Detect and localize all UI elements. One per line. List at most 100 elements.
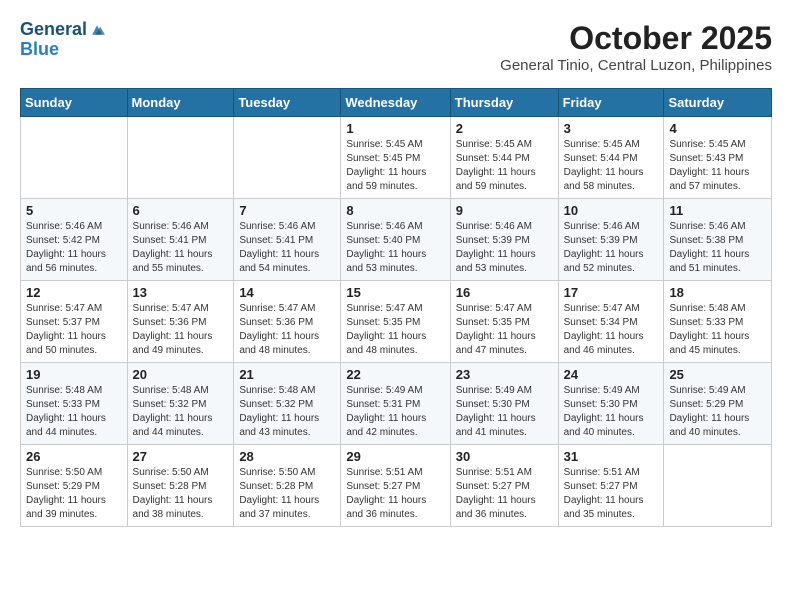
day-number: 7 [239, 203, 335, 218]
day-cell: 9 Sunrise: 5:46 AM Sunset: 5:39 PM Daylig… [450, 199, 558, 281]
day-info: Sunrise: 5:46 AM Sunset: 5:39 PM Dayligh… [564, 220, 659, 276]
day-number: 21 [239, 367, 335, 382]
day-cell: 7 Sunrise: 5:46 AM Sunset: 5:41 PM Daylig… [234, 199, 341, 281]
day-number: 9 [456, 203, 553, 218]
day-info: Sunrise: 5:49 AM Sunset: 5:30 PM Dayligh… [564, 384, 659, 440]
day-number: 29 [346, 449, 444, 464]
day-info: Sunrise: 5:45 AM Sunset: 5:44 PM Dayligh… [456, 138, 553, 194]
day-info: Sunrise: 5:50 AM Sunset: 5:29 PM Dayligh… [26, 466, 122, 522]
day-number: 25 [669, 367, 766, 382]
header-cell-wednesday: Wednesday [341, 89, 450, 117]
day-cell: 22Sunrise: 5:49 AM Sunset: 5:31 PM Dayli… [341, 363, 450, 445]
day-number: 11 [669, 203, 766, 218]
day-info: Sunrise: 5:50 AM Sunset: 5:28 PM Dayligh… [239, 466, 335, 522]
day-info: Sunrise: 5:47 AM Sunset: 5:36 PM Dayligh… [133, 302, 229, 358]
header-row: SundayMondayTuesdayWednesdayThursdayFrid… [21, 89, 772, 117]
top-area: General Blue October 2025 General Tinio,… [20, 20, 772, 80]
calendar-table: SundayMondayTuesdayWednesdayThursdayFrid… [20, 88, 772, 527]
week-row-4: 19Sunrise: 5:48 AM Sunset: 5:33 PM Dayli… [21, 363, 772, 445]
day-info: Sunrise: 5:51 AM Sunset: 5:27 PM Dayligh… [456, 466, 553, 522]
day-number: 16 [456, 285, 553, 300]
day-number: 13 [133, 285, 229, 300]
day-cell: 19Sunrise: 5:48 AM Sunset: 5:33 PM Dayli… [21, 363, 128, 445]
day-number: 18 [669, 285, 766, 300]
day-cell: 27 Sunrise: 5:50 AM Sunset: 5:28 PM Dayli… [127, 445, 234, 527]
week-row-1: 1Sunrise: 5:45 AM Sunset: 5:45 PM Daylig… [21, 117, 772, 199]
day-info: Sunrise: 5:51 AM Sunset: 5:27 PM Dayligh… [564, 466, 659, 522]
day-cell: 31Sunrise: 5:51 AM Sunset: 5:27 PM Dayli… [558, 445, 664, 527]
calendar-subtitle: General Tinio, Central Luzon, Philippine… [500, 57, 772, 74]
header-cell-friday: Friday [558, 89, 664, 117]
day-number: 14 [239, 285, 335, 300]
day-number: 20 [133, 367, 229, 382]
day-cell: 8 Sunrise: 5:46 AM Sunset: 5:40 PM Daylig… [341, 199, 450, 281]
calendar-title: October 2025 [500, 20, 772, 57]
header-cell-saturday: Saturday [664, 89, 772, 117]
day-cell [127, 117, 234, 199]
day-info: Sunrise: 5:46 AM Sunset: 5:41 PM Dayligh… [239, 220, 335, 276]
day-info: Sunrise: 5:45 AM Sunset: 5:43 PM Dayligh… [669, 138, 766, 194]
day-cell: 16Sunrise: 5:47 AM Sunset: 5:35 PM Dayli… [450, 281, 558, 363]
day-number: 24 [564, 367, 659, 382]
day-info: Sunrise: 5:51 AM Sunset: 5:27 PM Dayligh… [346, 466, 444, 522]
day-number: 27 [133, 449, 229, 464]
day-cell: 14Sunrise: 5:47 AM Sunset: 5:36 PM Dayli… [234, 281, 341, 363]
day-info: Sunrise: 5:48 AM Sunset: 5:33 PM Dayligh… [26, 384, 122, 440]
header-cell-monday: Monday [127, 89, 234, 117]
day-info: Sunrise: 5:47 AM Sunset: 5:34 PM Dayligh… [564, 302, 659, 358]
day-number: 2 [456, 121, 553, 136]
day-cell [21, 117, 128, 199]
logo-icon [89, 22, 105, 38]
day-cell: 29 Sunrise: 5:51 AM Sunset: 5:27 PM Dayli… [341, 445, 450, 527]
logo-blue: Blue [20, 39, 59, 59]
day-number: 28 [239, 449, 335, 464]
day-info: Sunrise: 5:50 AM Sunset: 5:28 PM Dayligh… [133, 466, 229, 522]
day-number: 8 [346, 203, 444, 218]
day-cell: 11 Sunrise: 5:46 AM Sunset: 5:38 PM Dayli… [664, 199, 772, 281]
week-row-3: 12 Sunrise: 5:47 AM Sunset: 5:37 PM Dayli… [21, 281, 772, 363]
header-cell-thursday: Thursday [450, 89, 558, 117]
title-section: October 2025 General Tinio, Central Luzo… [500, 20, 772, 74]
day-number: 4 [669, 121, 766, 136]
day-cell [234, 117, 341, 199]
day-info: Sunrise: 5:46 AM Sunset: 5:39 PM Dayligh… [456, 220, 553, 276]
day-info: Sunrise: 5:49 AM Sunset: 5:30 PM Dayligh… [456, 384, 553, 440]
day-info: Sunrise: 5:47 AM Sunset: 5:35 PM Dayligh… [346, 302, 444, 358]
day-cell: 28 Sunrise: 5:50 AM Sunset: 5:28 PM Dayli… [234, 445, 341, 527]
day-cell: 20 Sunrise: 5:48 AM Sunset: 5:32 PM Dayli… [127, 363, 234, 445]
day-number: 6 [133, 203, 229, 218]
day-number: 17 [564, 285, 659, 300]
day-info: Sunrise: 5:47 AM Sunset: 5:37 PM Dayligh… [26, 302, 122, 358]
day-cell: 13 Sunrise: 5:47 AM Sunset: 5:36 PM Dayli… [127, 281, 234, 363]
day-cell: 12 Sunrise: 5:47 AM Sunset: 5:37 PM Dayli… [21, 281, 128, 363]
week-row-2: 5Sunrise: 5:46 AM Sunset: 5:42 PM Daylig… [21, 199, 772, 281]
day-info: Sunrise: 5:48 AM Sunset: 5:32 PM Dayligh… [239, 384, 335, 440]
header-cell-tuesday: Tuesday [234, 89, 341, 117]
day-info: Sunrise: 5:46 AM Sunset: 5:40 PM Dayligh… [346, 220, 444, 276]
day-number: 12 [26, 285, 122, 300]
day-number: 15 [346, 285, 444, 300]
day-cell: 21 Sunrise: 5:48 AM Sunset: 5:32 PM Dayli… [234, 363, 341, 445]
day-cell: 1Sunrise: 5:45 AM Sunset: 5:45 PM Daylig… [341, 117, 450, 199]
day-number: 5 [26, 203, 122, 218]
day-info: Sunrise: 5:49 AM Sunset: 5:29 PM Dayligh… [669, 384, 766, 440]
day-cell: 6 Sunrise: 5:46 AM Sunset: 5:41 PM Daylig… [127, 199, 234, 281]
day-cell: 18 Sunrise: 5:48 AM Sunset: 5:33 PM Dayli… [664, 281, 772, 363]
day-cell: 23 Sunrise: 5:49 AM Sunset: 5:30 PM Dayli… [450, 363, 558, 445]
day-info: Sunrise: 5:49 AM Sunset: 5:31 PM Dayligh… [346, 384, 444, 440]
day-cell [664, 445, 772, 527]
day-number: 1 [346, 121, 444, 136]
day-info: Sunrise: 5:48 AM Sunset: 5:32 PM Dayligh… [133, 384, 229, 440]
logo: General Blue [20, 20, 105, 60]
day-cell: 24 Sunrise: 5:49 AM Sunset: 5:30 PM Dayli… [558, 363, 664, 445]
day-cell: 25 Sunrise: 5:49 AM Sunset: 5:29 PM Dayli… [664, 363, 772, 445]
day-cell: 17 Sunrise: 5:47 AM Sunset: 5:34 PM Dayli… [558, 281, 664, 363]
day-number: 23 [456, 367, 553, 382]
day-cell: 5Sunrise: 5:46 AM Sunset: 5:42 PM Daylig… [21, 199, 128, 281]
day-info: Sunrise: 5:48 AM Sunset: 5:33 PM Dayligh… [669, 302, 766, 358]
day-number: 26 [26, 449, 122, 464]
logo-general: General [20, 20, 87, 40]
day-info: Sunrise: 5:46 AM Sunset: 5:41 PM Dayligh… [133, 220, 229, 276]
day-cell: 15 Sunrise: 5:47 AM Sunset: 5:35 PM Dayli… [341, 281, 450, 363]
day-info: Sunrise: 5:46 AM Sunset: 5:38 PM Dayligh… [669, 220, 766, 276]
